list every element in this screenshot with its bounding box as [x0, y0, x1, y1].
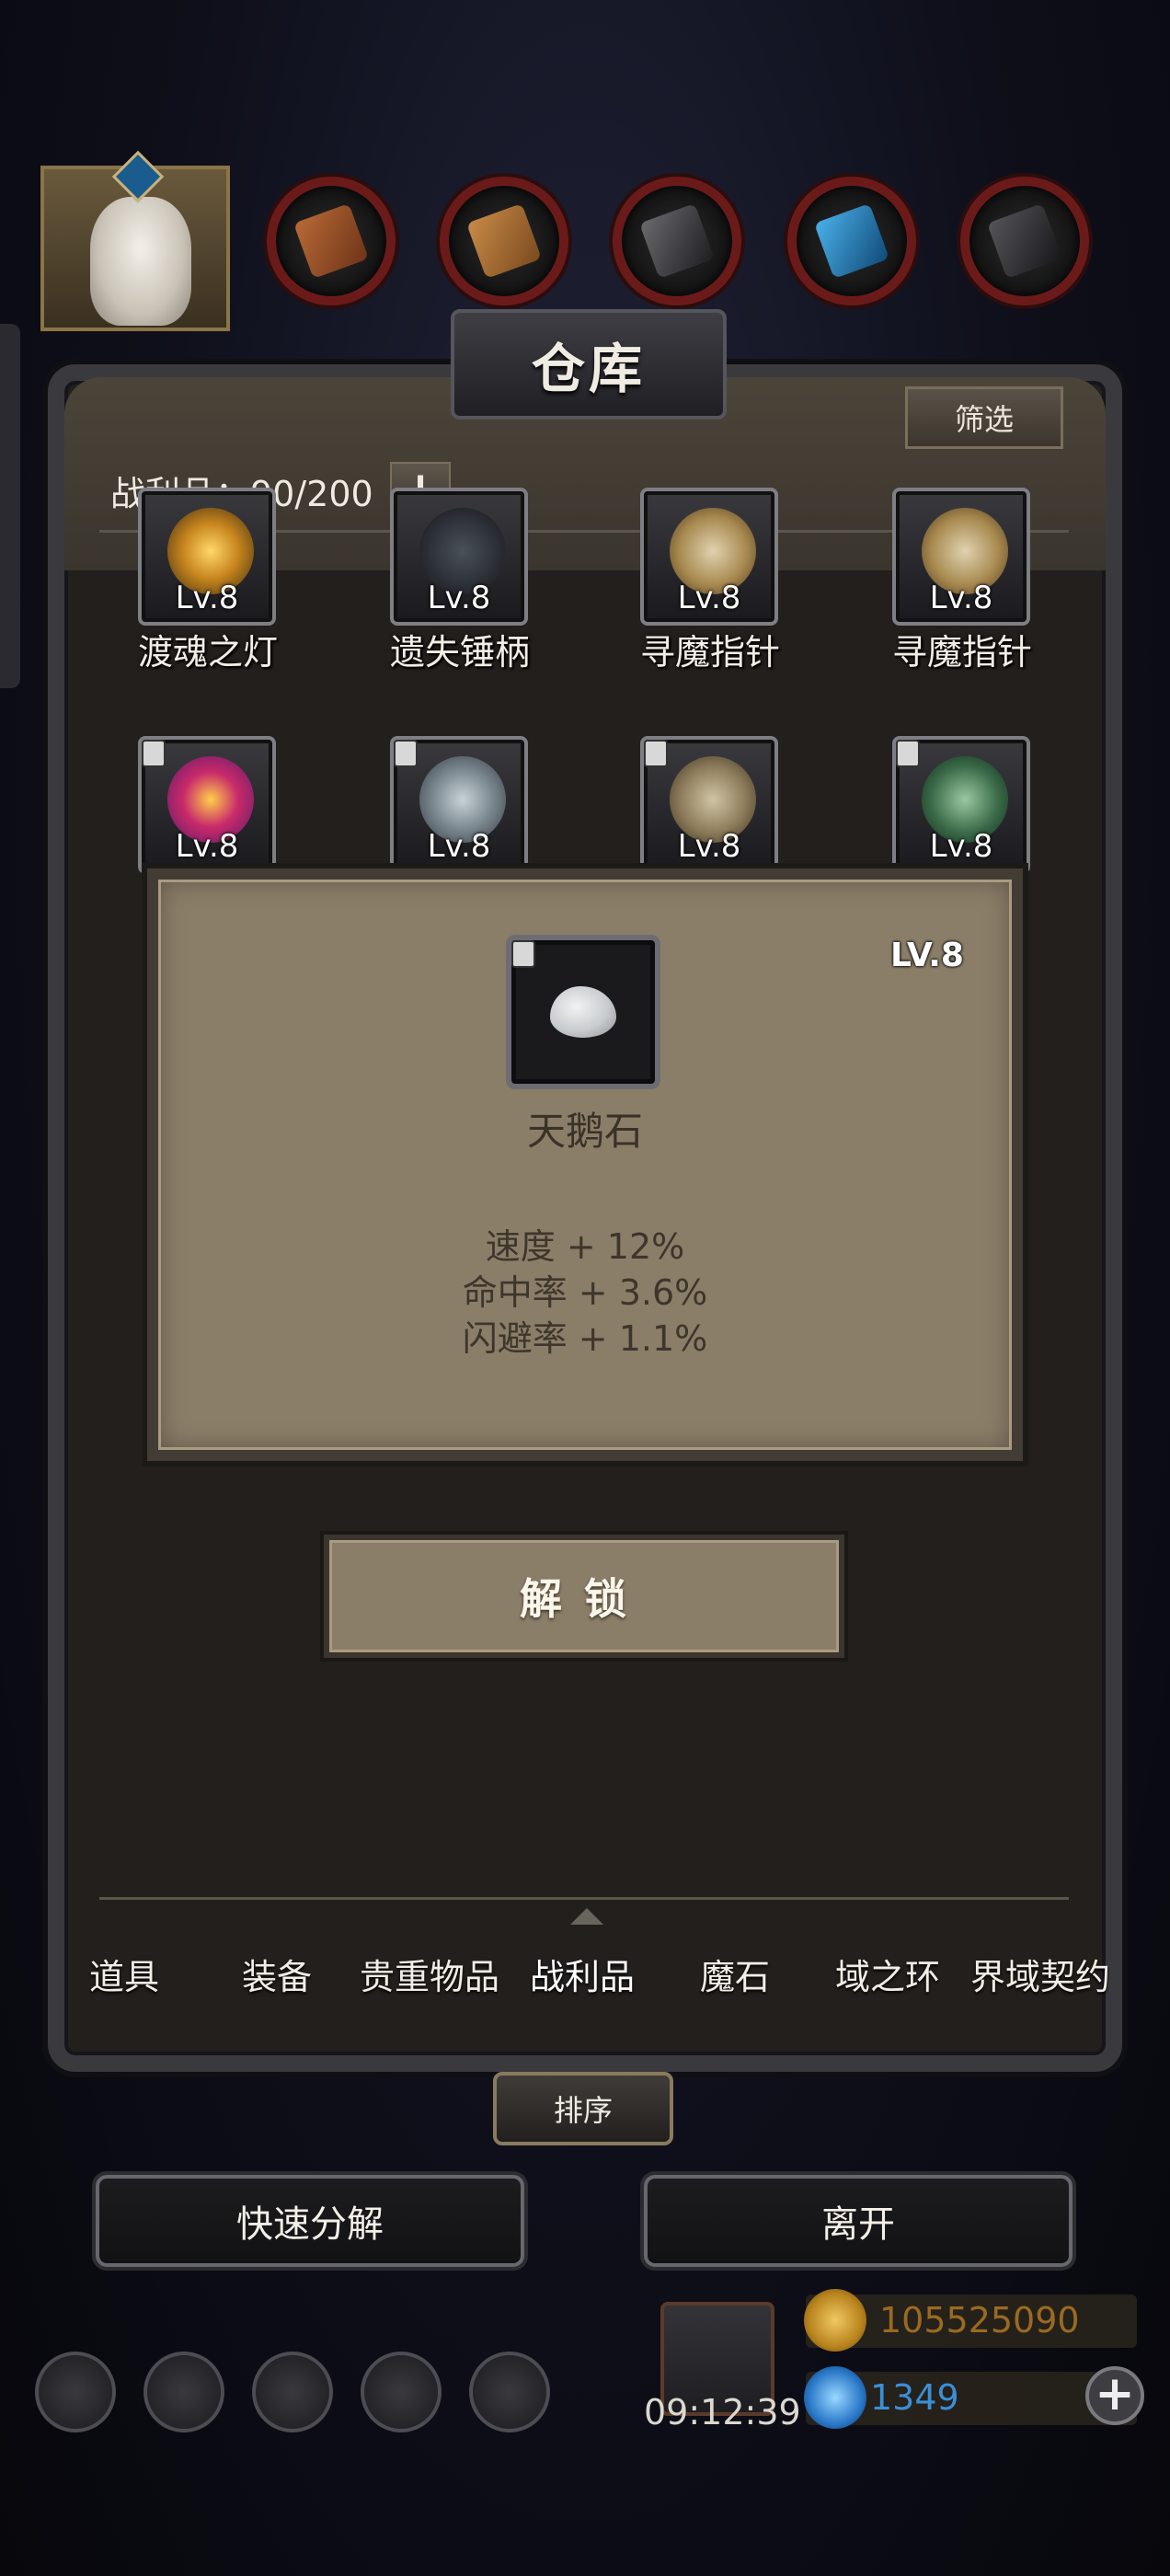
rank-diamond-icon: [111, 150, 165, 203]
lock-icon: [644, 740, 668, 767]
resource-wood-icon[interactable]: [440, 177, 568, 305]
swan-stone-icon: [550, 986, 616, 1038]
item-name: 寻魔指针: [891, 632, 1032, 673]
resource-crystal-icon[interactable]: [787, 177, 916, 305]
item-level: Lv.8: [929, 580, 993, 616]
pegasus-portrait: [90, 197, 191, 326]
lock-icon: [511, 940, 535, 968]
resource-iron-icon[interactable]: [613, 177, 741, 305]
unlock-button[interactable]: 解锁: [324, 1535, 844, 1658]
item-level: Lv.8: [427, 580, 491, 616]
gem-icon: [804, 2366, 866, 2429]
sort-button[interactable]: 排序: [493, 2072, 673, 2145]
lock-icon: [142, 740, 166, 767]
item-slot[interactable]: Lv.8: [640, 488, 778, 626]
item-level: Lv.8: [175, 828, 239, 865]
title-plate: 仓库: [451, 309, 727, 420]
gift-timer: 09:12:39: [644, 2392, 801, 2432]
guild-icon[interactable]: [252, 2352, 333, 2432]
gold-coin-icon: [804, 2289, 866, 2352]
item-level: Lv.8: [677, 828, 741, 865]
mail-icon[interactable]: [361, 2352, 442, 2432]
tab-domain-contract[interactable]: 界域契约: [964, 1949, 1117, 1999]
resource-stone-icon[interactable]: [960, 177, 1089, 305]
side-drawer-handle[interactable]: [0, 324, 20, 688]
stat-speed: 速度 + 12%: [485, 1226, 685, 1267]
achievement-star-icon[interactable]: [143, 2352, 224, 2432]
unlock-label: 解锁: [520, 1574, 648, 1624]
tab-valuables[interactable]: 贵重物品: [353, 1949, 506, 1999]
stat-evasion: 闪避率 + 1.1%: [462, 1318, 708, 1359]
popup-item-name: 天鹅石: [526, 1109, 643, 1154]
stat-accuracy: 命中率 + 3.6%: [462, 1272, 708, 1313]
quick-decompose-button[interactable]: 快速分解: [96, 2175, 524, 2267]
settings-gear-icon[interactable]: [35, 2352, 116, 2432]
gem-amount: 1349: [870, 2377, 959, 2418]
lock-icon: [394, 740, 418, 767]
popup-level: LV.8: [890, 937, 964, 974]
item-level: Lv.8: [929, 828, 993, 865]
page-title: 仓库: [531, 338, 646, 400]
item-name: 渡魂之灯: [137, 632, 278, 673]
player-avatar[interactable]: [40, 150, 230, 331]
tab-equipment[interactable]: 装备: [201, 1949, 353, 1999]
item-level: Lv.8: [677, 580, 741, 616]
leave-button[interactable]: 离开: [644, 2175, 1072, 2267]
tab-domain-ring[interactable]: 域之环: [811, 1949, 964, 1999]
tab-magic-stones[interactable]: 魔石: [659, 1949, 811, 1999]
tabs-divider: [99, 1897, 1069, 1900]
item-level: Lv.8: [427, 828, 491, 865]
add-currency-button[interactable]: +: [1085, 2366, 1144, 2425]
lock-icon: [896, 740, 920, 767]
dice-icon[interactable]: [469, 2352, 550, 2432]
filter-button[interactable]: 筛选: [905, 386, 1063, 449]
resource-leather-icon[interactable]: [267, 177, 396, 305]
gold-amount: 105525090: [879, 2300, 1080, 2340]
item-level: Lv.8: [175, 580, 239, 616]
item-slot[interactable]: Lv.8: [138, 488, 276, 626]
item-name: 寻魔指针: [639, 632, 780, 673]
item-name: 遗失锤柄: [389, 632, 530, 673]
item-slot[interactable]: Lv.8: [390, 488, 528, 626]
active-tab-indicator: [570, 1904, 603, 1925]
item-slot[interactable]: Lv.8: [892, 488, 1030, 626]
tab-loot[interactable]: 战利品: [506, 1949, 659, 1999]
tab-items[interactable]: 道具: [48, 1949, 201, 1999]
